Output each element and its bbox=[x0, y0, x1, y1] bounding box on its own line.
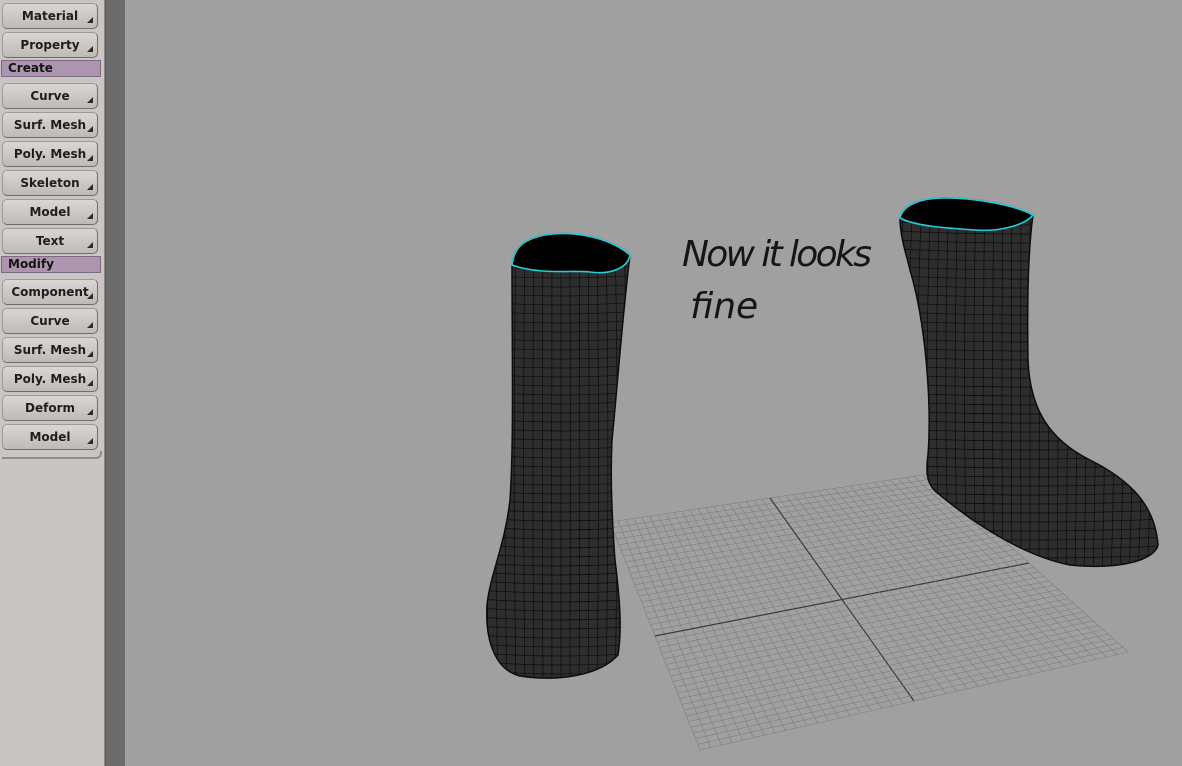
modify-surf-mesh-button[interactable]: Surf. Mesh bbox=[2, 337, 98, 363]
create-surf-mesh-button[interactable]: Surf. Mesh bbox=[2, 112, 98, 138]
submenu-arrow-icon bbox=[87, 322, 93, 328]
submenu-arrow-icon bbox=[87, 97, 93, 103]
create-curve-button[interactable]: Curve bbox=[2, 83, 98, 109]
property-button-label: Property bbox=[20, 38, 80, 52]
create-section-header[interactable]: Create bbox=[1, 60, 101, 77]
submenu-arrow-icon bbox=[87, 438, 93, 444]
right-boot-mesh[interactable] bbox=[890, 195, 1171, 576]
modify-curve-button[interactable]: Curve bbox=[2, 308, 98, 334]
toolbox-panel: Material Property Create Curve Surf. Mes… bbox=[0, 0, 105, 766]
modify-surf-mesh-label: Surf. Mesh bbox=[13, 343, 87, 357]
annotation-line-1: Now it looks bbox=[682, 234, 872, 275]
3d-viewport[interactable]: Now it looks fine bbox=[125, 0, 1182, 766]
create-skeleton-label: Skeleton bbox=[20, 176, 80, 190]
submenu-arrow-icon bbox=[87, 409, 93, 415]
create-text-label: Text bbox=[35, 234, 65, 248]
create-model-label: Model bbox=[29, 205, 71, 219]
submenu-arrow-icon bbox=[87, 351, 93, 357]
scene-canvas: Now it looks fine bbox=[477, 195, 1171, 751]
modify-model-label: Model bbox=[29, 430, 71, 444]
submenu-arrow-icon bbox=[87, 126, 93, 132]
modify-model-button[interactable]: Model bbox=[2, 424, 98, 450]
modify-poly-mesh-label: Poly. Mesh bbox=[13, 372, 87, 386]
material-button-label: Material bbox=[21, 9, 79, 23]
create-model-button[interactable]: Model bbox=[2, 199, 98, 225]
create-surf-mesh-label: Surf. Mesh bbox=[13, 118, 87, 132]
create-text-button[interactable]: Text bbox=[2, 228, 98, 254]
submenu-arrow-icon bbox=[87, 184, 93, 190]
modify-deform-button[interactable]: Deform bbox=[2, 395, 98, 421]
submenu-arrow-icon bbox=[87, 17, 93, 23]
submenu-arrow-icon bbox=[87, 242, 93, 248]
modify-curve-label: Curve bbox=[30, 314, 70, 328]
modify-deform-label: Deform bbox=[25, 401, 75, 415]
modify-component-button[interactable]: Component bbox=[2, 279, 98, 305]
submenu-arrow-icon bbox=[87, 293, 93, 299]
boot-body bbox=[486, 232, 631, 679]
submenu-arrow-icon bbox=[87, 155, 93, 161]
create-poly-mesh-button[interactable]: Poly. Mesh bbox=[2, 141, 98, 167]
panel-splitter[interactable] bbox=[105, 0, 125, 766]
modify-component-label: Component bbox=[11, 285, 89, 299]
create-curve-label: Curve bbox=[30, 89, 70, 103]
submenu-arrow-icon bbox=[87, 46, 93, 52]
modify-poly-mesh-button[interactable]: Poly. Mesh bbox=[2, 366, 98, 392]
panel-end-divider bbox=[2, 451, 102, 459]
submenu-arrow-icon bbox=[87, 213, 93, 219]
create-poly-mesh-label: Poly. Mesh bbox=[13, 147, 87, 161]
create-skeleton-button[interactable]: Skeleton bbox=[2, 170, 98, 196]
submenu-arrow-icon bbox=[87, 380, 93, 386]
boot-body bbox=[899, 197, 1159, 568]
modify-section-header[interactable]: Modify bbox=[1, 256, 101, 273]
annotation-line-2: fine bbox=[690, 286, 758, 327]
property-button[interactable]: Property bbox=[2, 32, 98, 58]
material-button[interactable]: Material bbox=[2, 3, 98, 29]
left-boot-mesh[interactable] bbox=[477, 230, 640, 692]
boot-opening bbox=[511, 232, 631, 274]
